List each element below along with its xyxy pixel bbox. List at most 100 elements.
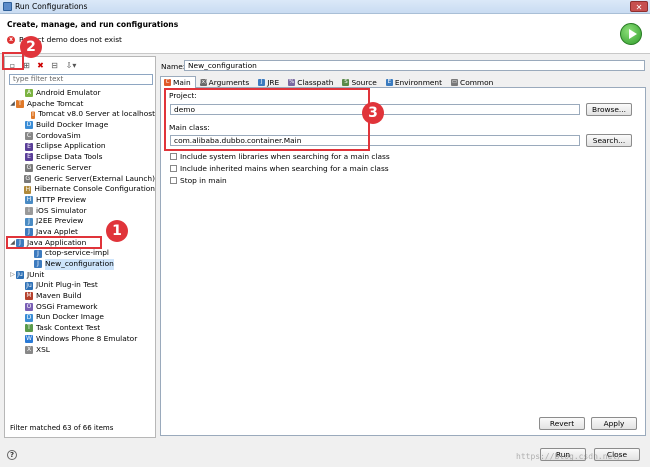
config-type-icon: W — [25, 335, 33, 344]
config-type-icon: X — [25, 345, 33, 354]
tab-jre[interactable]: J JRE — [254, 76, 284, 88]
tree-item-label: OSGi Framework — [36, 301, 98, 311]
error-icon: x — [7, 35, 15, 44]
tree-item[interactable]: X XSL — [5, 345, 155, 356]
filter-menu-icon[interactable]: ⇩▾ — [63, 60, 79, 71]
annotation-box-java-application — [6, 236, 102, 249]
tree-item[interactable]: Jctop-service-impl — [5, 248, 155, 259]
title-bar: Run Configurations ✕ — [0, 0, 650, 14]
tree-item[interactable]: G Generic Server — [5, 163, 155, 174]
config-type-icon: O — [25, 303, 33, 312]
tree-item[interactable]: D Build Docker Image — [5, 120, 155, 131]
checkbox-include-inherited-mains[interactable]: Include inherited mains when searching f… — [170, 164, 389, 173]
tab-icon: (x) — [199, 79, 208, 86]
apply-button[interactable]: Apply — [591, 417, 637, 430]
search-button[interactable]: Search... — [586, 134, 632, 147]
tree-item-label: Generic Server(External Launch) — [34, 173, 155, 183]
tree-item-label: Build Docker Image — [36, 120, 109, 130]
tab-icon: ▭ — [451, 79, 459, 86]
config-type-icon: J — [25, 217, 33, 226]
config-tree: A Android Emulator ◢ T Apache Tomcat T Tomcat … — [5, 88, 155, 355]
tree-item[interactable]: H HTTP Preview — [5, 195, 155, 206]
tab-label: Common — [460, 78, 494, 87]
config-type-icon: G — [24, 174, 32, 183]
annotation-badge-2: 2 — [20, 36, 42, 58]
browse-button[interactable]: Browse... — [586, 103, 632, 116]
tree-item[interactable]: J New_configuration — [5, 259, 155, 270]
tree-item[interactable]: C CordovaSim — [5, 131, 155, 142]
annotation-badge-1: 1 — [106, 220, 128, 242]
checkbox-stop-in-main[interactable]: Stop in main — [170, 176, 227, 185]
tab-label: Main — [173, 78, 191, 87]
tree-item-label: Eclipse Data Tools — [36, 152, 103, 162]
tree-item[interactable]: i iOS Simulator — [5, 206, 155, 217]
config-type-icon: D — [25, 313, 33, 322]
revert-button[interactable]: Revert — [539, 417, 585, 430]
config-type-icon: C — [25, 132, 33, 141]
tree-item-label: JUnit — [27, 269, 45, 279]
config-type-icon: J — [34, 249, 42, 258]
tree-item[interactable]: H Hibernate Console Configuration — [5, 184, 155, 195]
config-type-icon: i — [25, 206, 33, 215]
tab-common[interactable]: ▭ Common — [447, 76, 498, 88]
tab-arguments[interactable]: (x) Arguments — [196, 76, 255, 88]
checkbox-box[interactable] — [170, 165, 177, 172]
config-type-icon: J — [34, 260, 42, 269]
tree-item-label: Tomcat v8.0 Server at localhost — [38, 109, 155, 119]
config-type-icon: Ju — [25, 281, 33, 290]
collapse-all-icon[interactable]: ⊟ — [49, 60, 60, 71]
tab-source[interactable]: S Source — [338, 76, 381, 88]
tree-item-label: iOS Simulator — [36, 205, 87, 215]
config-type-icon: H — [25, 196, 33, 205]
filter-input[interactable]: type filter text — [9, 74, 153, 85]
tree-item-label: HTTP Preview — [36, 194, 87, 204]
config-type-icon: G — [25, 164, 33, 173]
tree-item[interactable]: G Generic Server(External Launch) — [5, 174, 155, 185]
tree-item[interactable]: E Eclipse Application — [5, 141, 155, 152]
annotation-badge-3: 3 — [362, 102, 384, 124]
header-title: Create, manage, and run configurations — [7, 20, 179, 29]
tab-environment[interactable]: E Environment — [382, 76, 447, 88]
tree-item[interactable]: J J2EE Preview — [5, 216, 155, 227]
tree-item[interactable]: T Task Context Test — [5, 323, 155, 334]
tree-item[interactable]: ▷ Ju JUnit — [5, 270, 155, 281]
checkbox-include-system-libraries[interactable]: Include system libraries when searching … — [170, 152, 390, 161]
tree-item[interactable]: W Windows Phone 8 Emulator — [5, 334, 155, 345]
tree-item[interactable]: M Maven Build — [5, 291, 155, 302]
tab-icon: J — [258, 79, 266, 86]
tree-item[interactable]: T Tomcat v8.0 Server at localhost — [5, 109, 155, 120]
tree-item[interactable]: E Eclipse Data Tools — [5, 152, 155, 163]
config-type-icon: T — [30, 110, 36, 119]
window-close-button[interactable]: ✕ — [630, 1, 648, 12]
help-icon[interactable]: ? — [7, 450, 17, 460]
tree-item[interactable]: A Android Emulator — [5, 88, 155, 99]
tree-item-label: Android Emulator — [36, 88, 101, 97]
config-tabs: C Main (x) Arguments J JRE% Classpath S Source E E… — [160, 76, 646, 88]
dialog-header: Create, manage, and run configurations x… — [0, 14, 650, 54]
tab-label: Environment — [394, 78, 443, 87]
tree-item-label: Maven Build — [36, 291, 82, 301]
checkbox-box[interactable] — [170, 153, 177, 160]
config-type-icon: E — [25, 153, 33, 162]
watermark: https://blog.csdn.net/ — [516, 452, 622, 461]
config-type-icon: M — [25, 292, 33, 301]
tree-item[interactable]: D Run Docker Image — [5, 312, 155, 323]
delete-config-icon[interactable]: ✖ — [35, 60, 46, 71]
tree-item-label: Apache Tomcat — [27, 98, 84, 108]
tab-label: JRE — [267, 78, 280, 87]
tab-main[interactable]: C Main — [160, 76, 196, 88]
config-type-icon: A — [25, 89, 33, 98]
tree-item[interactable]: O OSGi Framework — [5, 302, 155, 313]
tree-item[interactable]: Ju JUnit Plug-in Test — [5, 280, 155, 291]
tree-item-label: New_configuration — [45, 259, 114, 270]
name-input[interactable]: New_configuration — [184, 60, 645, 71]
tab-classpath[interactable]: % Classpath — [284, 76, 338, 88]
expand-toggle-icon[interactable]: ◢ — [9, 99, 16, 110]
tree-item-label: Task Context Test — [36, 323, 101, 333]
expand-toggle-icon[interactable]: ▷ — [9, 270, 16, 281]
checkbox-box[interactable] — [170, 177, 177, 184]
tab-icon: E — [385, 79, 393, 86]
tree-item-label: JUnit Plug-in Test — [36, 280, 98, 290]
tree-item[interactable]: ◢ T Apache Tomcat — [5, 99, 155, 110]
config-type-icon: T — [16, 100, 24, 109]
